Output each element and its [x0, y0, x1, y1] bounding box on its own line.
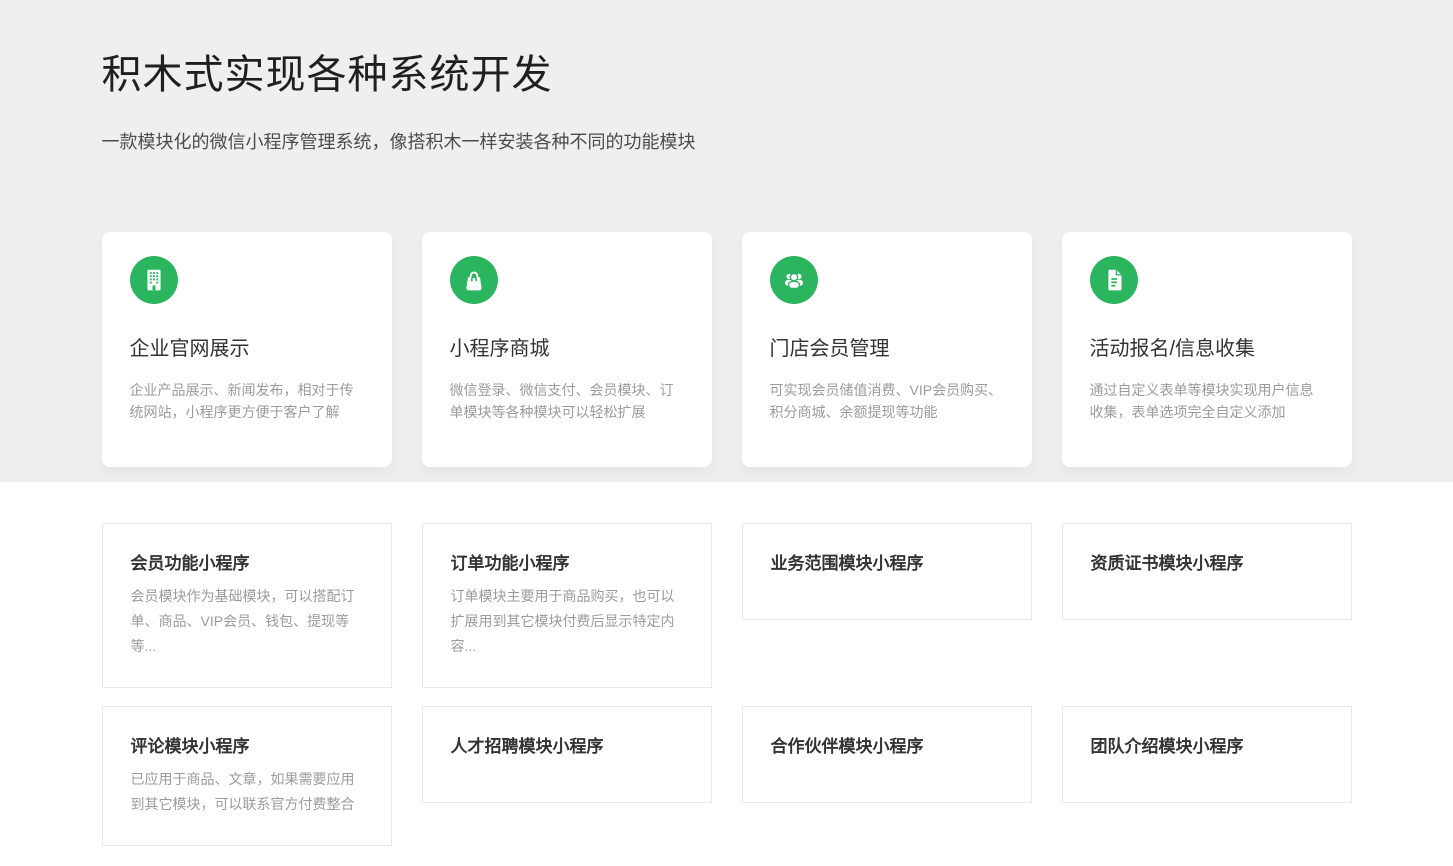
module-desc: 会员模块作为基础模块，可以搭配订单、商品、VIP会员、钱包、提现等等...: [131, 584, 363, 659]
hero-section: 积木式实现各种系统开发 一款模块化的微信小程序管理系统，像搭积木一样安装各种不同…: [0, 0, 1453, 482]
page-title: 积木式实现各种系统开发: [102, 42, 1352, 100]
feature-icon-circle: [1090, 256, 1138, 304]
feature-title: 小程序商城: [450, 332, 684, 361]
shopping-bag-icon: [459, 265, 489, 295]
module-card-member[interactable]: 会员功能小程序 会员模块作为基础模块，可以搭配订单、商品、VIP会员、钱包、提现…: [102, 523, 392, 688]
module-card-certificates[interactable]: 资质证书模块小程序: [1062, 523, 1352, 620]
module-card-recruiting[interactable]: 人才招聘模块小程序: [422, 706, 712, 803]
feature-card-grid: 企业官网展示 企业产品展示、新闻发布，相对于传统网站，小程序更方便于客户了解 小…: [102, 232, 1352, 467]
module-title: 业务范围模块小程序: [771, 552, 1003, 576]
feature-card-members[interactable]: 门店会员管理 可实现会员储值消费、VIP会员购买、积分商城、余额提现等功能: [742, 232, 1032, 467]
module-desc: 已应用于商品、文章，如果需要应用到其它模块，可以联系官方付费整合: [131, 767, 363, 817]
module-title: 会员功能小程序: [131, 552, 363, 576]
feature-title: 企业官网展示: [130, 332, 364, 361]
document-icon: [1099, 265, 1129, 295]
module-title: 合作伙伴模块小程序: [771, 735, 1003, 759]
feature-desc: 通过自定义表单等模块实现用户信息收集，表单选项完全自定义添加: [1090, 379, 1324, 423]
module-desc: 订单模块主要用于商品购买，也可以扩展用到其它模块付费后显示特定内容...: [451, 584, 683, 659]
module-title: 订单功能小程序: [451, 552, 683, 576]
page-subtitle: 一款模块化的微信小程序管理系统，像搭积木一样安装各种不同的功能模块: [102, 128, 707, 156]
feature-desc: 可实现会员储值消费、VIP会员购买、积分商城、余额提现等功能: [770, 379, 1004, 423]
feature-icon-circle: [130, 256, 178, 304]
module-card-order[interactable]: 订单功能小程序 订单模块主要用于商品购买，也可以扩展用到其它模块付费后显示特定内…: [422, 523, 712, 688]
feature-icon-circle: [450, 256, 498, 304]
feature-desc: 微信登录、微信支付、会员模块、订单模块等各种模块可以轻松扩展: [450, 379, 684, 423]
building-icon: [139, 265, 169, 295]
module-title: 人才招聘模块小程序: [451, 735, 683, 759]
module-card-business-scope[interactable]: 业务范围模块小程序: [742, 523, 1032, 620]
modules-section: 会员功能小程序 会员模块作为基础模块，可以搭配订单、商品、VIP会员、钱包、提现…: [0, 482, 1453, 866]
module-card-team[interactable]: 团队介绍模块小程序: [1062, 706, 1352, 803]
feature-title: 活动报名/信息收集: [1090, 332, 1324, 361]
module-title: 资质证书模块小程序: [1091, 552, 1323, 576]
module-card-comments[interactable]: 评论模块小程序 已应用于商品、文章，如果需要应用到其它模块，可以联系官方付费整合: [102, 706, 392, 846]
feature-icon-circle: [770, 256, 818, 304]
module-title: 评论模块小程序: [131, 735, 363, 759]
users-icon: [779, 265, 809, 295]
feature-card-company-site[interactable]: 企业官网展示 企业产品展示、新闻发布，相对于传统网站，小程序更方便于客户了解: [102, 232, 392, 467]
feature-title: 门店会员管理: [770, 332, 1004, 361]
module-title: 团队介绍模块小程序: [1091, 735, 1323, 759]
module-card-grid: 会员功能小程序 会员模块作为基础模块，可以搭配订单、商品、VIP会员、钱包、提现…: [102, 523, 1352, 846]
module-card-partners[interactable]: 合作伙伴模块小程序: [742, 706, 1032, 803]
feature-desc: 企业产品展示、新闻发布，相对于传统网站，小程序更方便于客户了解: [130, 379, 364, 423]
feature-card-mall[interactable]: 小程序商城 微信登录、微信支付、会员模块、订单模块等各种模块可以轻松扩展: [422, 232, 712, 467]
feature-card-info-collect[interactable]: 活动报名/信息收集 通过自定义表单等模块实现用户信息收集，表单选项完全自定义添加: [1062, 232, 1352, 467]
